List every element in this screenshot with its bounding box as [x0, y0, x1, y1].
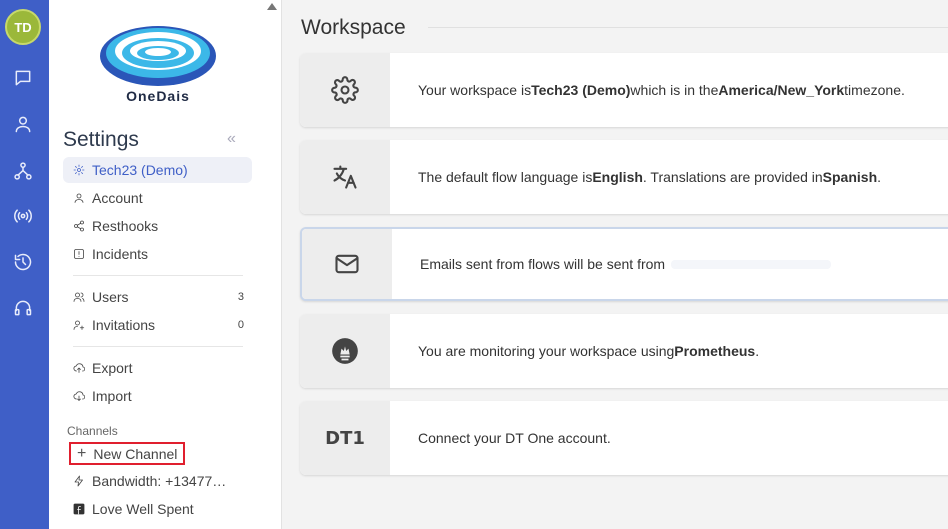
sidebar-item-label: Love Well Spent	[92, 501, 194, 517]
scroll-up-arrow[interactable]	[267, 3, 277, 10]
sidebar-item-invitations[interactable]: Invitations 0	[63, 312, 252, 338]
brand-name: OneDais	[126, 88, 190, 104]
mail-icon	[302, 229, 392, 299]
workspace-summary: Your workspace is Tech23 (Demo) which is…	[418, 82, 905, 98]
users-count: 3	[237, 291, 244, 303]
monitoring-tool: Prometheus	[674, 343, 756, 359]
sidebar-item-label: Tech23 (Demo)	[92, 162, 188, 178]
workspace-card[interactable]: Your workspace is Tech23 (Demo) which is…	[300, 53, 948, 127]
sidebar-item-users[interactable]: Users 3	[63, 284, 252, 310]
prometheus-card[interactable]: You are monitoring your workspace using …	[300, 314, 948, 388]
settings-title: Settings	[63, 128, 139, 151]
sidebar-item-channel-bandwidth[interactable]: Bandwidth: +13477…	[63, 468, 252, 494]
alert-icon	[73, 248, 85, 260]
channels-label: Channels	[67, 424, 118, 438]
sidebar-item-label: Export	[92, 360, 133, 376]
email-summary: Emails sent from flows will be sent from	[392, 229, 832, 299]
divider	[73, 346, 243, 347]
contacts-icon[interactable]	[12, 113, 34, 135]
flows-icon[interactable]	[12, 160, 34, 182]
sidebar-item-incidents[interactable]: Incidents	[63, 241, 252, 267]
logo-rings-icon	[100, 26, 216, 86]
language-card[interactable]: The default flow language is English. Tr…	[300, 140, 948, 214]
translation-language: Spanish	[822, 169, 878, 185]
cloud-upload-icon	[73, 362, 85, 374]
language-summary: The default flow language is English. Tr…	[418, 169, 882, 185]
title-divider	[428, 27, 948, 28]
sidebar-item-label: Bandwidth: +13477…	[92, 473, 227, 489]
users-icon	[73, 291, 85, 303]
share-icon	[73, 220, 85, 232]
sidebar-item-label: Resthooks	[92, 218, 159, 234]
logo: OneDais	[97, 20, 219, 108]
workspace-name: Tech23 (Demo)	[531, 82, 631, 98]
divider	[73, 275, 243, 276]
user-icon	[73, 192, 85, 204]
translate-icon	[300, 140, 390, 214]
cloud-download-icon	[73, 390, 85, 402]
email-card[interactable]: Emails sent from flows will be sent from	[300, 227, 948, 301]
workspace-timezone: America/New_York	[718, 82, 845, 98]
user-plus-icon	[73, 319, 85, 331]
sidebar-item-label: Import	[92, 388, 132, 404]
chat-icon[interactable]	[12, 67, 34, 89]
page-title: Workspace	[301, 16, 406, 39]
prometheus-summary: You are monitoring your workspace using …	[418, 343, 760, 359]
sidebar-item-account[interactable]: Account	[63, 185, 252, 211]
default-language: English	[592, 169, 643, 185]
sidebar-item-label: Incidents	[92, 246, 149, 262]
dt1-icon: DT1	[300, 401, 390, 475]
invitations-count: 0	[237, 319, 244, 331]
gear-icon	[73, 164, 85, 176]
plus-icon: +	[77, 444, 87, 462]
sidebar-item-label: Users	[92, 289, 129, 305]
sidebar-item-import[interactable]: Import	[63, 383, 252, 409]
left-rail: TD	[0, 0, 49, 529]
triggers-icon[interactable]	[12, 205, 34, 227]
avatar[interactable]: TD	[5, 9, 41, 45]
bolt-icon	[73, 475, 85, 487]
prometheus-icon	[300, 314, 390, 388]
redacted-email	[671, 259, 832, 269]
support-icon[interactable]	[12, 297, 34, 319]
collapse-sidebar-button[interactable]: «	[227, 130, 236, 148]
dtone-card[interactable]: DT1 Connect your DT One account.	[300, 401, 948, 475]
sidebar-item-resthooks[interactable]: Resthooks	[63, 213, 252, 239]
settings-panel: OneDais Settings « Tech23 (Demo) Account…	[49, 0, 282, 529]
dtone-summary: Connect your DT One account.	[418, 430, 611, 446]
app: TD OneDais Settings « Tech23 (Demo) Acco…	[0, 0, 948, 529]
sidebar-item-label: Account	[92, 190, 143, 206]
sidebar-item-channel-facebook[interactable]: Love Well Spent	[63, 496, 252, 522]
facebook-icon	[73, 503, 85, 515]
sidebar-item-label: Invitations	[92, 317, 156, 333]
gear-icon	[300, 53, 390, 127]
history-icon[interactable]	[12, 251, 34, 273]
sidebar-item-export[interactable]: Export	[63, 355, 252, 381]
main-content: Workspace Your workspace is Tech23 (Demo…	[283, 0, 948, 529]
new-channel-button[interactable]: + New Channel	[69, 442, 185, 465]
sidebar-item-workspace[interactable]: Tech23 (Demo)	[63, 157, 252, 183]
new-channel-label: New Channel	[93, 445, 178, 462]
